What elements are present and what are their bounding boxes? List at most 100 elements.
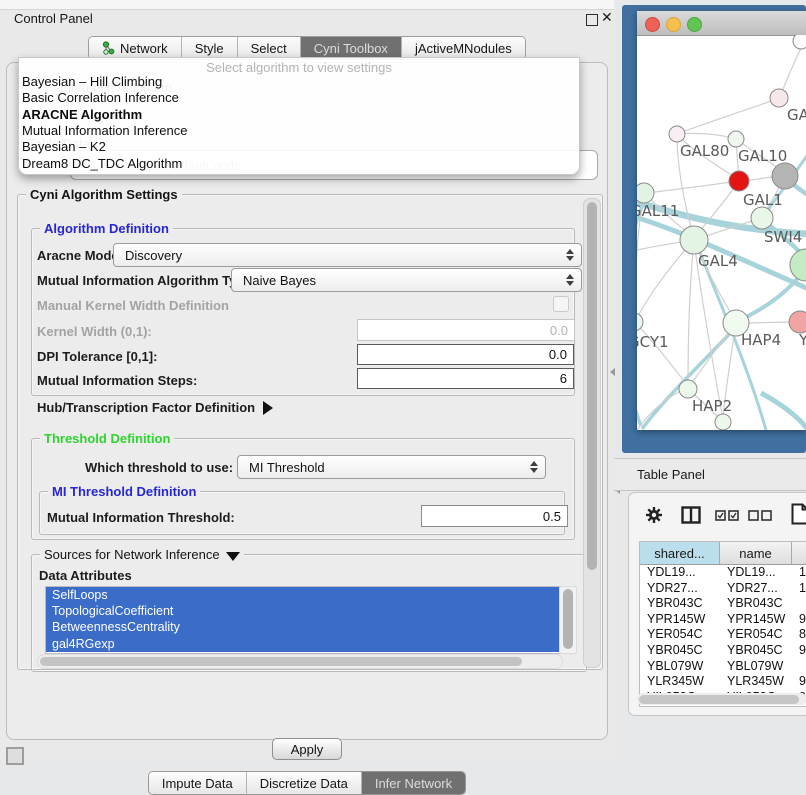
- apply-button[interactable]: Apply: [272, 738, 342, 760]
- table-row[interactable]: YBL079WYBL079W: [640, 659, 806, 675]
- sources-title: Sources for Network Inference: [44, 547, 220, 562]
- table-cell: YBR043C: [640, 596, 720, 612]
- aracne-mode-combobox[interactable]: Discovery: [113, 243, 582, 267]
- network-node-swi4[interactable]: [751, 207, 773, 229]
- manual-kernel-checkbox[interactable]: [553, 296, 569, 312]
- attribute-item[interactable]: gal4RGexp: [46, 636, 560, 652]
- scrollbar-thumb[interactable]: [587, 202, 597, 570]
- table-row[interactable]: YLR345WYLR345W9.: [640, 674, 806, 690]
- dpi-tolerance-field[interactable]: 0.0: [357, 344, 574, 365]
- network-node-hap2[interactable]: [679, 380, 697, 398]
- table-cell: YBL079W: [720, 659, 792, 675]
- minimize-window-icon[interactable]: [666, 17, 681, 32]
- network-edge[interactable]: [647, 181, 739, 193]
- table-row[interactable]: YDR27...YDR27...12: [640, 581, 806, 597]
- gear-icon[interactable]: [645, 506, 663, 524]
- close-panel-icon[interactable]: ✕: [601, 9, 613, 26]
- tab-discretize-data[interactable]: Discretize Data: [247, 772, 362, 794]
- float-panel-icon[interactable]: [586, 14, 598, 26]
- attribute-item[interactable]: BetweennessCentrality: [46, 619, 560, 635]
- algorithm-option[interactable]: Basic Correlation Inference: [22, 90, 179, 105]
- tab-jactivemnodules[interactable]: jActiveMNodules: [402, 37, 525, 59]
- network-canvas[interactable]: GAL2GAL80GAL10GAL1GAL11SWI4GAL4HAP4YGCY1…: [637, 35, 806, 430]
- algorithm-option[interactable]: Bayesian – K2: [22, 139, 106, 154]
- hub-definition-toggle[interactable]: Hub/Transcription Factor Definition: [37, 400, 273, 415]
- aracne-mode-value: Discovery: [125, 248, 182, 263]
- network-node-y[interactable]: [789, 311, 806, 333]
- table-hscrollbar[interactable]: [637, 693, 806, 705]
- mi-type-combobox[interactable]: Naive Bayes: [231, 268, 582, 292]
- table-cell: 9.: [792, 674, 806, 690]
- sources-toggle[interactable]: Sources for Network Inference: [40, 547, 244, 562]
- network-edge[interactable]: [677, 133, 736, 139]
- scrollbar-thumb[interactable]: [639, 695, 799, 704]
- mi-steps-field[interactable]: 6: [357, 368, 574, 389]
- algorithm-option[interactable]: Bayesian – Hill Climbing: [22, 74, 162, 89]
- select-all-icon[interactable]: [715, 510, 739, 521]
- algorithm-option[interactable]: Dream8 DC_TDC Algorithm: [22, 156, 182, 171]
- tab-network[interactable]: Network: [89, 37, 182, 59]
- algorithm-option[interactable]: ARACNE Algorithm: [22, 107, 142, 122]
- column-header[interactable]: [792, 542, 806, 564]
- table-cell: YER054C: [720, 627, 792, 643]
- network-node-gal4[interactable]: [680, 226, 708, 254]
- network-node-gal1[interactable]: [729, 171, 749, 191]
- network-edge[interactable]: [685, 98, 780, 131]
- table-row[interactable]: YDL19...YDL19...13: [640, 565, 806, 581]
- tab-infer-network[interactable]: Infer Network: [362, 772, 465, 794]
- window-titlebar[interactable]: [637, 11, 806, 36]
- network-node-gal80[interactable]: [669, 126, 685, 142]
- network-node-gal11[interactable]: [637, 183, 654, 203]
- tab-impute-data[interactable]: Impute Data: [149, 772, 247, 794]
- table-cell: YDL19...: [720, 565, 792, 581]
- network-edge-strong[interactable]: [761, 393, 806, 430]
- network-view-window[interactable]: GAL2GAL80GAL10GAL1GAL11SWI4GAL4HAP4YGCY1…: [637, 11, 806, 430]
- attribute-item[interactable]: TopologicalCoefficient: [46, 603, 560, 619]
- collapse-down-icon: [226, 552, 240, 561]
- table-row[interactable]: YBR043CYBR043C: [640, 596, 806, 612]
- network-edge[interactable]: [637, 322, 686, 384]
- deselect-all-icon[interactable]: [748, 510, 772, 521]
- network-node[interactable]: [793, 35, 806, 49]
- table-row[interactable]: YPR145WYPR145W9.: [640, 612, 806, 628]
- table-cell: YBR045C: [720, 643, 792, 659]
- network-node-gcy1[interactable]: [637, 313, 643, 331]
- close-window-icon[interactable]: [645, 17, 660, 32]
- table-row[interactable]: YER054CYER054C8.: [640, 627, 806, 643]
- attribute-item[interactable]: SelfLoops: [46, 587, 560, 603]
- hub-definition-label: Hub/Transcription Factor Definition: [37, 400, 255, 415]
- algorithm-dropdown-popup: Select algorithm to view settings Bayesi…: [18, 57, 580, 175]
- network-node-gal2[interactable]: [770, 89, 788, 107]
- which-threshold-combobox[interactable]: MI Threshold: [237, 455, 546, 479]
- node-attribute-table[interactable]: shared...nameYDL19...YDL19...13YDR27...Y…: [639, 541, 806, 707]
- algorithm-option[interactable]: Mutual Information Inference: [22, 123, 187, 138]
- network-node[interactable]: [790, 249, 806, 281]
- data-attributes-list[interactable]: SelfLoopsTopologicalCoefficientBetweenne…: [45, 586, 561, 654]
- kernel-width-field[interactable]: 0.0: [357, 319, 575, 341]
- tab-select[interactable]: Select: [238, 37, 301, 59]
- network-edge[interactable]: [688, 240, 694, 385]
- dock-corner-button[interactable]: [6, 747, 24, 765]
- splitter-collapse-icon[interactable]: [610, 368, 615, 376]
- columns-icon[interactable]: [681, 506, 701, 524]
- table-cell: YLR345W: [640, 674, 720, 690]
- column-header-name[interactable]: name: [720, 542, 792, 564]
- network-node-gal10[interactable]: [728, 131, 744, 147]
- tab-cyni-toolbox[interactable]: Cyni Toolbox: [301, 37, 402, 59]
- export-table-icon[interactable]: [791, 503, 806, 525]
- scrollbar-thumb[interactable]: [40, 657, 522, 666]
- mi-type-value: Naive Bayes: [243, 273, 316, 288]
- tab-style[interactable]: Style: [182, 37, 238, 59]
- attributes-hscrollbar[interactable]: [37, 654, 563, 669]
- settings-vscrollbar[interactable]: [583, 198, 601, 668]
- zoom-window-icon[interactable]: [687, 17, 702, 32]
- tab-label: Network: [120, 41, 168, 56]
- network-icon: [102, 41, 115, 55]
- attributes-vscrollbar[interactable]: [559, 586, 577, 654]
- column-header-shared[interactable]: shared...: [640, 542, 720, 564]
- scrollbar-thumb[interactable]: [563, 589, 573, 649]
- table-row[interactable]: YBR045CYBR045C9.: [640, 643, 806, 659]
- mi-threshold-field[interactable]: 0.5: [421, 505, 568, 527]
- network-node[interactable]: [715, 414, 731, 430]
- network-node[interactable]: [772, 163, 798, 189]
